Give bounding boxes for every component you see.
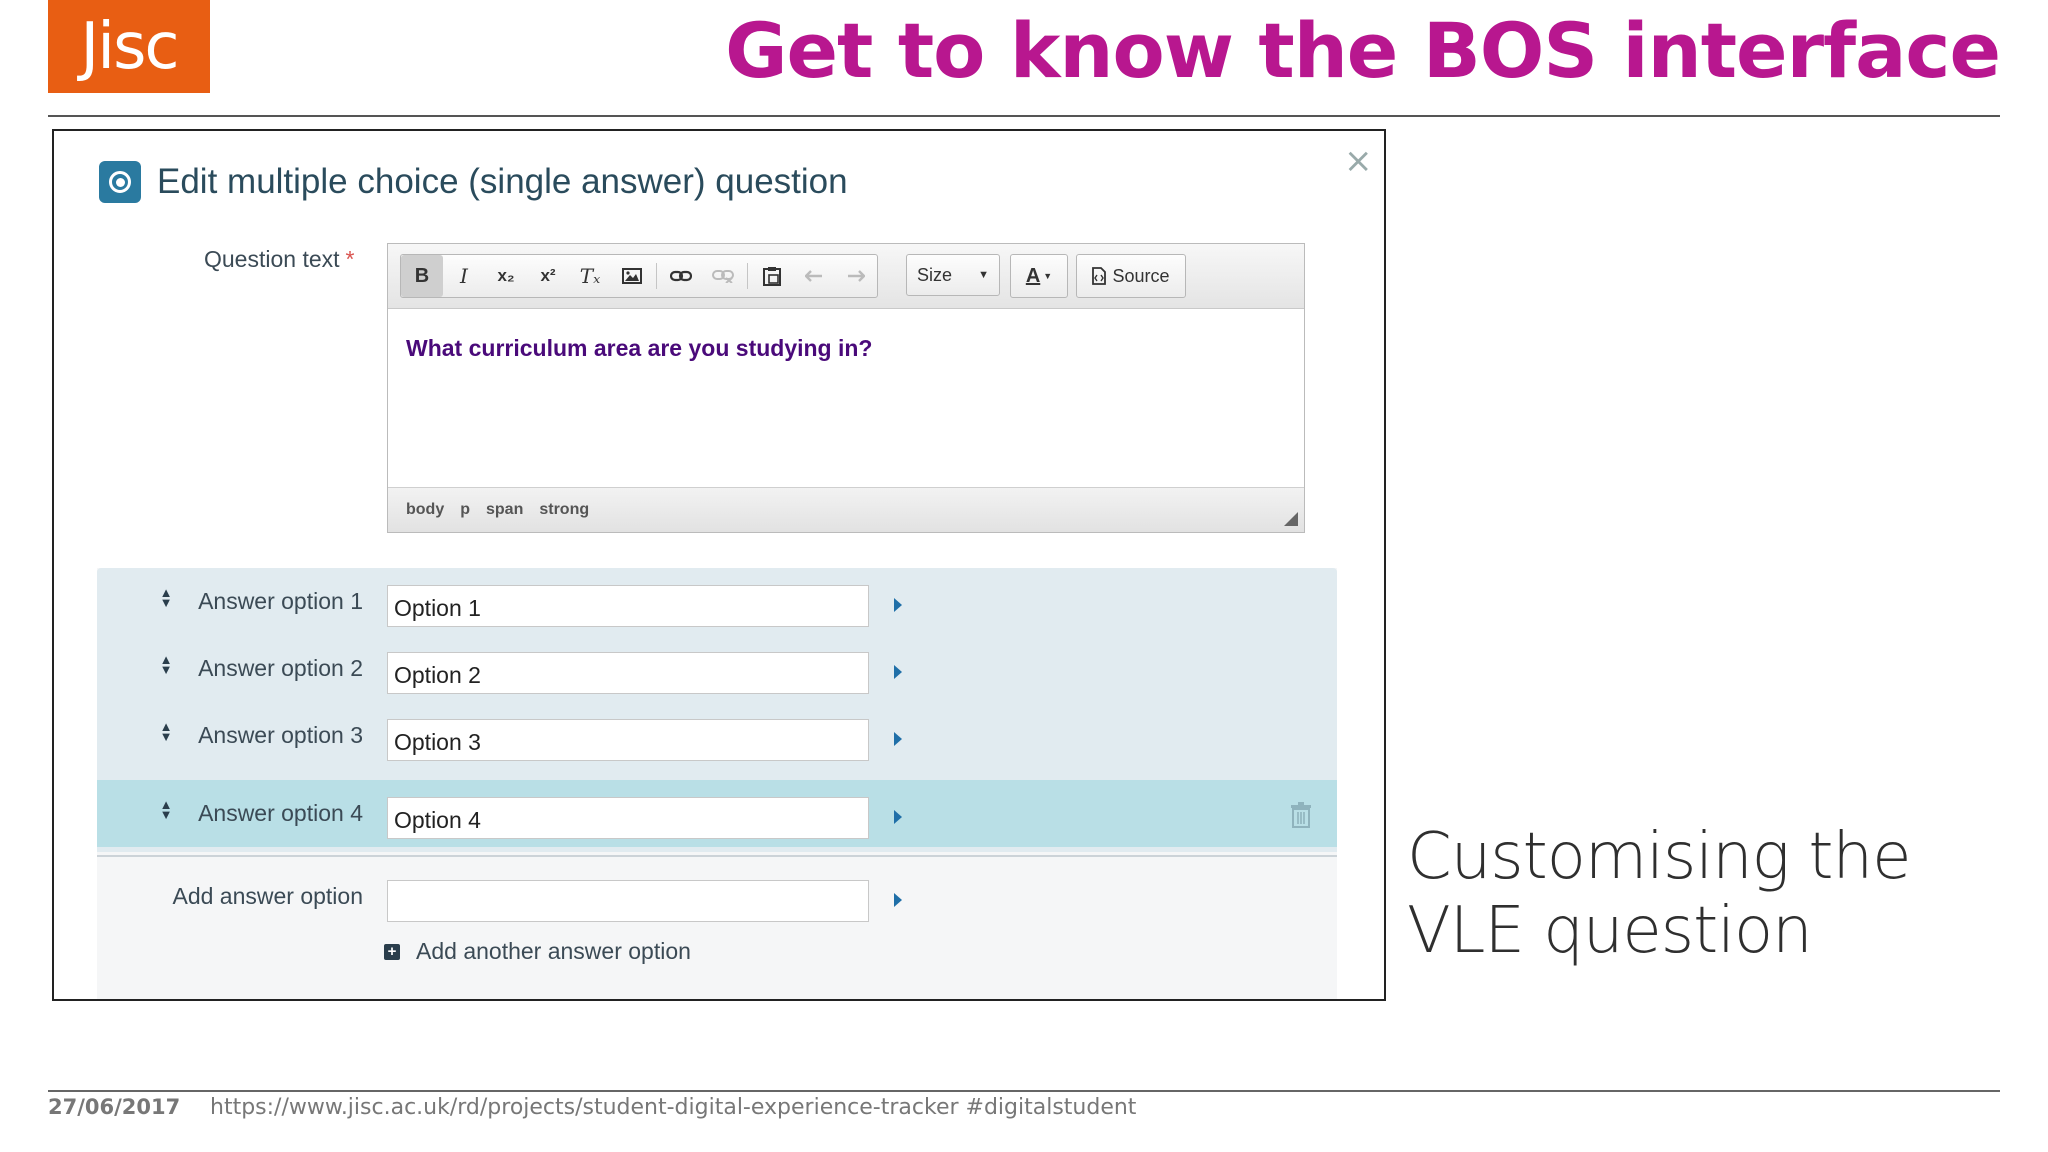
dropdown-arrow-icon: ▼ (978, 269, 989, 281)
slide-caption: Customising the VLE question (1407, 820, 1911, 968)
link-icon (670, 270, 692, 282)
answer-options-panel: ▲ ▼ Answer option 1 Option 1 ▲ ▼ Answer op… (97, 568, 1337, 999)
rich-text-editor: B I x₂ x² Tₓ Size ▼ A ▼ Source What curr… (387, 243, 1305, 533)
required-mark: * (345, 246, 355, 272)
expand-caret-icon[interactable] (894, 810, 902, 824)
question-label-text: Question text (204, 246, 340, 272)
dialog-title: Edit multiple choice (single answer) que… (157, 162, 848, 201)
element-path-bar: body p span strong (388, 487, 1304, 532)
editor-toolbar: B I x₂ x² Tₓ Size ▼ A ▼ Source (388, 244, 1304, 309)
question-text-label: Question text * (204, 246, 354, 273)
image-button[interactable] (611, 255, 653, 297)
answers-divider (97, 855, 1337, 857)
sort-handle-icon[interactable]: ▲ ▼ (159, 798, 173, 821)
redo-button[interactable] (835, 255, 877, 297)
bold-button[interactable]: B (401, 255, 443, 297)
italic-button[interactable]: I (443, 255, 485, 297)
redo-icon (848, 270, 865, 282)
link-button[interactable] (660, 255, 702, 297)
font-color-label: A (1025, 264, 1041, 287)
source-icon (1092, 267, 1107, 285)
answer-input[interactable]: Option 3 (387, 719, 869, 761)
image-icon (622, 268, 642, 284)
plus-icon: + (384, 943, 400, 960)
question-text: What curriculum area are you studying in… (406, 335, 873, 361)
expand-caret-icon[interactable] (894, 893, 902, 907)
add-another-option-link[interactable]: + Add another answer option (384, 938, 691, 965)
size-dropdown[interactable]: Size ▼ (906, 254, 1000, 296)
answer-label: Answer option 1 (198, 588, 363, 614)
add-answer-row: Add answer option (97, 863, 1337, 930)
trash-icon[interactable] (1290, 802, 1312, 828)
dropdown-arrow-icon: ▼ (1043, 271, 1053, 281)
footer-date: 27/06/2017 (48, 1095, 181, 1119)
path-item[interactable]: span (486, 501, 523, 519)
subscript-button[interactable]: x₂ (485, 255, 527, 297)
source-label: Source (1112, 265, 1170, 286)
logo-text: Jisc (80, 9, 179, 84)
clear-format-button[interactable]: Tₓ (569, 255, 611, 297)
dialog-screenshot: × Edit multiple choice (single answer) q… (52, 129, 1386, 1001)
close-icon[interactable]: × (1344, 141, 1373, 181)
sort-handle-icon[interactable]: ▲ ▼ (159, 586, 173, 609)
add-answer-label: Add answer option (172, 883, 363, 909)
add-another-label: Add another answer option (416, 938, 691, 964)
unlink-button[interactable] (702, 255, 744, 297)
path-item[interactable]: p (460, 501, 470, 519)
bottom-divider (48, 1090, 2000, 1092)
answer-label: Answer option 2 (198, 655, 363, 681)
undo-button[interactable] (793, 255, 835, 297)
top-divider (48, 115, 2000, 117)
sort-handle-icon[interactable]: ▲ ▼ (159, 653, 173, 676)
footer-link[interactable]: https://www.jisc.ac.uk/rd/projects/stude… (210, 1095, 1136, 1120)
jisc-logo: Jisc (48, 0, 210, 93)
format-group: B I x₂ x² Tₓ (400, 254, 878, 298)
path-item[interactable]: strong (539, 501, 589, 519)
answer-list: ▲ ▼ Answer option 1 Option 1 ▲ ▼ Answer op… (97, 568, 1337, 852)
clipboard-icon (763, 267, 781, 286)
answer-row: ▲ ▼ Answer option 3 Option 3 (97, 702, 1337, 769)
slide-title: Get to know the BOS interface (725, 6, 2001, 95)
resize-handle-icon[interactable] (1284, 512, 1298, 526)
answer-row-hovered: ▲ ▼ Answer option 4 Option 4 (97, 780, 1337, 847)
source-button[interactable]: Source (1076, 254, 1186, 298)
expand-caret-icon[interactable] (894, 665, 902, 679)
answer-row: ▲ ▼ Answer option 1 Option 1 (97, 568, 1337, 635)
expand-caret-icon[interactable] (894, 598, 902, 612)
path-item[interactable]: body (406, 501, 444, 519)
sort-handle-icon[interactable]: ▲ ▼ (159, 720, 173, 743)
unlink-icon (712, 270, 734, 283)
answer-input[interactable]: Option 2 (387, 652, 869, 694)
add-answer-input[interactable] (387, 880, 869, 922)
undo-icon (805, 270, 822, 282)
answer-label: Answer option 3 (198, 722, 363, 748)
size-label: Size (917, 264, 953, 285)
radio-question-icon (99, 161, 141, 203)
answer-row: ▲ ▼ Answer option 2 Option 2 (97, 635, 1337, 702)
dialog-header: Edit multiple choice (single answer) que… (99, 161, 848, 203)
font-color-button[interactable]: A ▼ (1010, 254, 1068, 298)
answer-input[interactable]: Option 4 (387, 797, 869, 839)
answer-label: Answer option 4 (198, 800, 363, 826)
expand-caret-icon[interactable] (894, 732, 902, 746)
editor-content-area[interactable]: What curriculum area are you studying in… (388, 309, 1304, 506)
superscript-button[interactable]: x² (527, 255, 569, 297)
answer-input[interactable]: Option 1 (387, 585, 869, 627)
paste-button[interactable] (751, 255, 793, 297)
